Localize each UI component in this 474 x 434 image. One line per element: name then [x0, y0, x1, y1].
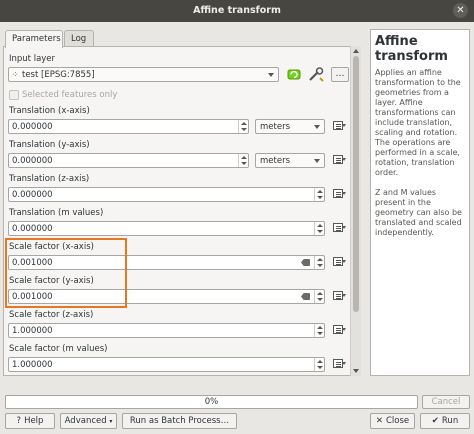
advanced-button[interactable]: Advanced ▾: [60, 413, 117, 429]
help-paragraph-2: Z and M values present in the geometry c…: [375, 188, 462, 237]
chevron-down-icon: ▾: [109, 418, 113, 425]
data-defined-override-button[interactable]: [332, 188, 346, 201]
scrollbar-thumb[interactable]: [353, 56, 359, 312]
translation-z-spinner[interactable]: [314, 188, 324, 201]
data-defined-override-button[interactable]: [332, 256, 346, 269]
window-close-button[interactable]: ✕: [453, 3, 468, 18]
translation-m-spinner[interactable]: [314, 222, 324, 235]
selected-features-label: Selected features only: [22, 90, 118, 100]
data-defined-override-button[interactable]: [332, 154, 346, 167]
tab-parameters[interactable]: Parameters: [5, 30, 63, 48]
scale-x-label: Scale factor (x-axis): [9, 242, 94, 252]
help-title: Affine transform: [375, 34, 448, 64]
translation-y-unit-combo[interactable]: meters: [255, 153, 325, 168]
translation-z-input[interactable]: 0.000000: [8, 187, 325, 202]
translation-x-label: Translation (x-axis): [9, 106, 90, 116]
scale-x-input[interactable]: 0.001000: [8, 255, 325, 270]
progress-bar: 0%: [5, 395, 418, 409]
translation-y-input[interactable]: 0.000000: [8, 153, 249, 168]
scale-z-spinner[interactable]: [314, 324, 324, 337]
scroll-down-icon[interactable]: [353, 369, 359, 373]
data-defined-override-button[interactable]: [332, 290, 346, 303]
scroll-up-icon[interactable]: [353, 49, 359, 53]
translation-y-spinner[interactable]: [238, 154, 248, 167]
close-button[interactable]: ✕ Close: [370, 413, 415, 429]
help-icon: ?: [16, 416, 22, 426]
data-defined-override-button[interactable]: [332, 222, 346, 235]
run-as-batch-button[interactable]: Run as Batch Process…: [122, 413, 237, 429]
scale-m-value: 1.000000: [12, 360, 53, 370]
scale-x-spinner[interactable]: [314, 256, 324, 269]
scale-z-label: Scale factor (z-axis): [9, 310, 94, 320]
translation-x-spinner[interactable]: [238, 120, 248, 133]
window-title: Affine transform: [193, 5, 281, 16]
input-layer-combo[interactable]: ⁘ test [EPSG:7855]: [8, 67, 279, 82]
scale-z-value: 1.000000: [12, 326, 53, 336]
help-button[interactable]: ? Help: [5, 413, 55, 429]
ellipsis-icon: …: [335, 69, 345, 79]
browse-button[interactable]: …: [331, 67, 349, 82]
parameters-scrollbar[interactable]: [350, 46, 361, 376]
close-icon: ✕: [375, 416, 383, 426]
scale-x-value: 0.001000: [12, 258, 53, 268]
scale-y-input[interactable]: 0.001000: [8, 289, 325, 304]
translation-x-unit-combo[interactable]: meters: [255, 119, 325, 134]
check-icon: ✔: [431, 416, 439, 426]
translation-y-unit: meters: [260, 156, 290, 166]
help-pane: Affine transform Applies an affine trans…: [370, 29, 470, 376]
data-defined-override-button[interactable]: [332, 324, 346, 337]
chevron-down-icon: [314, 159, 320, 163]
scale-m-label: Scale factor (m values): [9, 344, 108, 354]
translation-x-input[interactable]: 0.000000: [8, 119, 249, 134]
data-defined-override-button[interactable]: [332, 120, 346, 133]
clear-icon[interactable]: [301, 293, 310, 300]
input-layer-label: Input layer: [9, 54, 56, 64]
input-layer-value: test [EPSG:7855]: [22, 70, 95, 80]
title-bar: Affine transform ✕: [0, 0, 474, 22]
translation-m-value: 0.000000: [12, 224, 53, 234]
scale-m-input[interactable]: 1.000000: [8, 357, 325, 372]
scale-m-spinner[interactable]: [314, 358, 324, 371]
translation-z-value: 0.000000: [12, 190, 53, 200]
translation-x-value: 0.000000: [12, 122, 53, 132]
scale-z-input[interactable]: 1.000000: [8, 323, 325, 338]
iterate-icon: [287, 69, 301, 80]
run-button[interactable]: ✔ Run: [420, 413, 470, 429]
translation-m-label: Translation (m values): [9, 208, 104, 218]
chevron-down-icon: [268, 73, 274, 77]
point-layer-icon: ⁘: [12, 70, 19, 79]
translation-x-unit: meters: [260, 122, 290, 132]
advanced-options-button[interactable]: [307, 67, 325, 82]
wrench-icon: [309, 67, 324, 82]
tab-log[interactable]: Log: [64, 30, 94, 47]
selected-features-checkbox[interactable]: [9, 90, 19, 100]
clear-icon[interactable]: [301, 259, 310, 266]
help-button-label: Help: [24, 416, 44, 426]
translation-z-label: Translation (z-axis): [9, 174, 90, 184]
scale-y-label: Scale factor (y-axis): [9, 276, 94, 286]
help-paragraph-1: Applies an affine transformation to the …: [375, 68, 461, 177]
scale-y-value: 0.001000: [12, 292, 53, 302]
cancel-button[interactable]: Cancel: [422, 395, 470, 409]
translation-y-value: 0.000000: [12, 156, 53, 166]
data-defined-override-button[interactable]: [332, 358, 346, 371]
iterate-features-button[interactable]: [286, 67, 302, 82]
chevron-down-icon: [314, 125, 320, 129]
advanced-button-label: Advanced: [64, 416, 107, 426]
translation-m-input[interactable]: 0.000000: [8, 221, 325, 236]
translation-y-label: Translation (y-axis): [9, 140, 90, 150]
scale-y-spinner[interactable]: [314, 290, 324, 303]
close-button-label: Close: [385, 416, 410, 426]
run-button-label: Run: [441, 416, 459, 426]
